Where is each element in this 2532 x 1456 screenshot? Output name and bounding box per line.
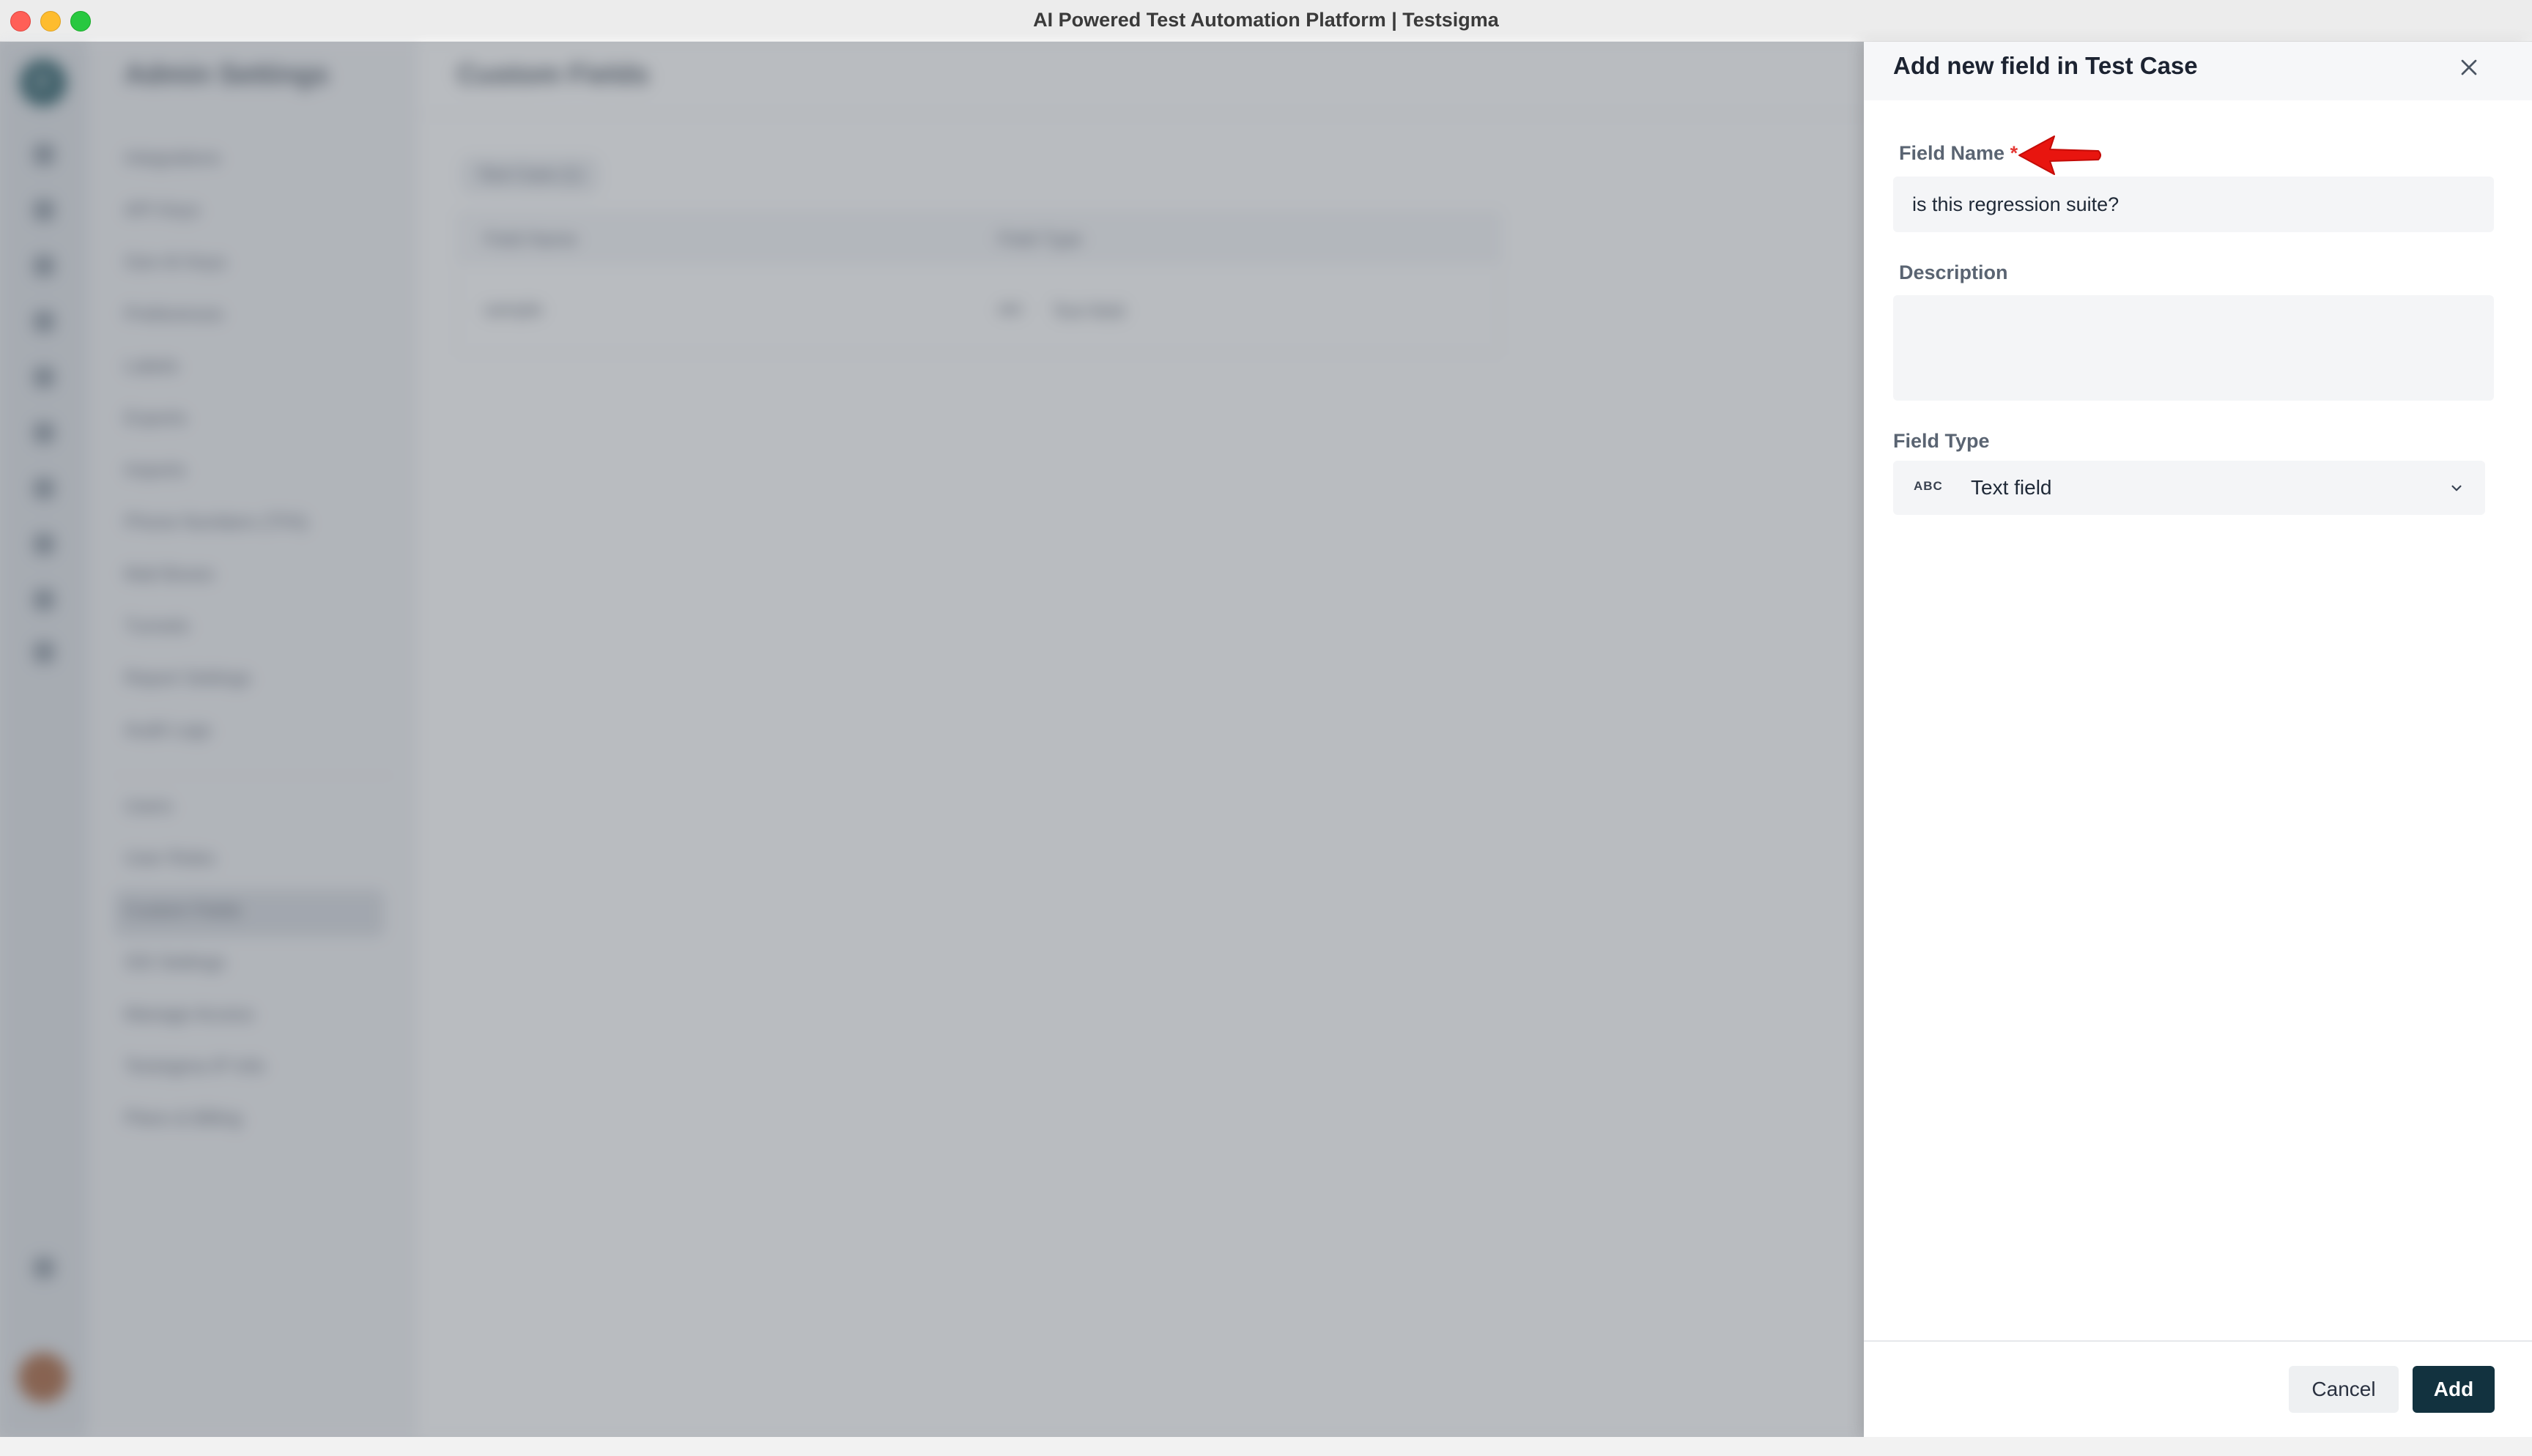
red-arrow-annotation-icon: [2018, 135, 2101, 175]
field-type-label: Field Type: [1893, 430, 1990, 452]
modal-backdrop[interactable]: [0, 42, 1864, 1437]
field-name-label-text: Field Name: [1899, 142, 2005, 164]
abc-icon: ABC: [1914, 479, 1943, 493]
window-bottom-edge: [0, 1437, 2532, 1456]
drawer-header: Add new field in Test Case: [1864, 42, 2532, 100]
field-name-input[interactable]: [1893, 177, 2494, 232]
footer-divider: [1864, 1340, 2532, 1342]
chevron-down-icon: [2451, 485, 2462, 491]
field-type-select[interactable]: ABC Text field: [1893, 461, 2485, 515]
field-name-label: Field Name *: [1899, 142, 2018, 165]
close-icon[interactable]: [2456, 54, 2482, 81]
window-title: AI Powered Test Automation Platform | Te…: [1033, 9, 1499, 31]
add-field-drawer: Add new field in Test Case Field Name * …: [1864, 42, 2532, 1437]
description-label: Description: [1899, 261, 2008, 283]
window-titlebar: AI Powered Test Automation Platform | Te…: [0, 0, 2532, 42]
app-window: AI Powered Test Automation Platform | Te…: [0, 0, 2532, 1456]
cancel-button[interactable]: Cancel: [2289, 1366, 2399, 1413]
field-type-selected-value: Text field: [1971, 476, 2052, 499]
drawer-title: Add new field in Test Case: [1893, 52, 2198, 79]
description-textarea[interactable]: [1893, 295, 2494, 401]
add-button[interactable]: Add: [2413, 1366, 2495, 1413]
